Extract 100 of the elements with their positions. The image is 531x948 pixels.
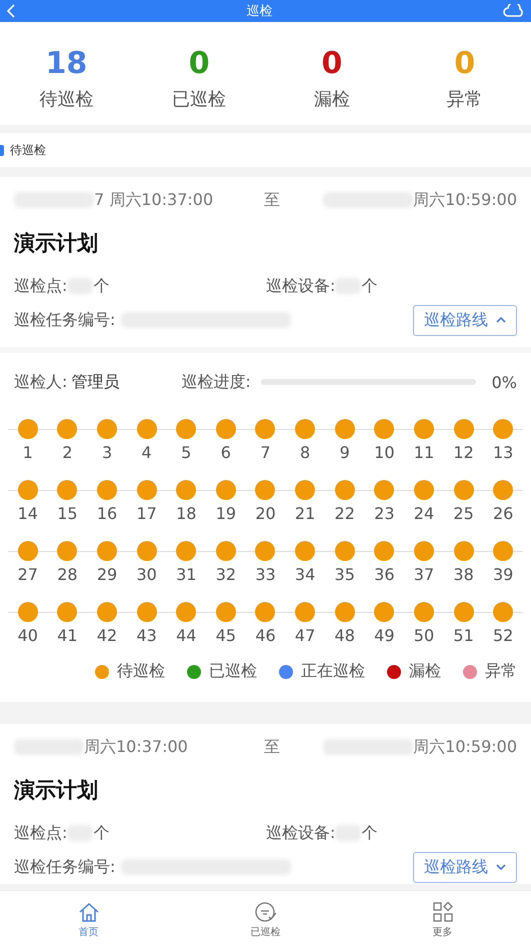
tab-bar-item[interactable]: 首页 <box>0 891 177 948</box>
status-dot[interactable] <box>255 541 276 561</box>
point-number: 1 <box>22 443 33 462</box>
point-number: 18 <box>176 504 196 523</box>
status-dot[interactable] <box>414 541 434 561</box>
point-number: 29 <box>96 565 118 584</box>
status-dot[interactable] <box>57 541 78 561</box>
status-dot[interactable] <box>136 480 157 500</box>
point-number: 10 <box>374 443 395 462</box>
status-dot[interactable] <box>216 602 236 622</box>
point-number: 11 <box>414 443 434 462</box>
status-dot[interactable] <box>18 419 38 439</box>
status-dot[interactable] <box>216 541 236 561</box>
point-number: 45 <box>216 626 236 645</box>
status-dot[interactable] <box>454 602 474 622</box>
status-dot[interactable] <box>97 480 118 500</box>
point-number: 3 <box>102 443 112 462</box>
status-dot[interactable] <box>374 602 394 622</box>
status-dot[interactable] <box>374 541 394 561</box>
status-dot[interactable] <box>414 602 434 622</box>
point-number: 20 <box>255 504 276 523</box>
route-button[interactable]: 巡检路线 <box>413 852 517 882</box>
point-number: 42 <box>96 626 118 645</box>
status-dot[interactable] <box>57 480 78 500</box>
point-number: 9 <box>340 443 350 462</box>
legend-label: 待巡检 <box>117 661 165 682</box>
page-title: 巡检 <box>246 3 272 20</box>
status-dot[interactable] <box>18 480 38 500</box>
status-dot[interactable] <box>136 602 157 622</box>
devices-unit: 个 <box>361 276 378 296</box>
point-number: 19 <box>216 504 236 523</box>
points-unit: 个 <box>93 276 110 296</box>
legend-label: 漏检 <box>409 661 441 682</box>
status-dot[interactable] <box>295 602 316 622</box>
status-dot[interactable] <box>176 541 196 561</box>
status-dot[interactable] <box>493 602 514 622</box>
stat-label: 漏检 <box>314 88 350 111</box>
stat-label: 已巡检 <box>172 88 226 111</box>
status-dot[interactable] <box>216 480 236 500</box>
point-number: 49 <box>374 626 395 645</box>
route-button[interactable]: 巡检路线 <box>413 304 517 336</box>
tab-bar-item[interactable]: 已巡检 <box>177 891 354 948</box>
status-dot[interactable] <box>334 541 355 561</box>
status-dot[interactable] <box>334 480 355 500</box>
status-dot[interactable] <box>374 480 394 500</box>
cloud-icon[interactable] <box>503 4 525 18</box>
point-number: 22 <box>334 504 355 523</box>
point-number: 43 <box>136 626 157 645</box>
point-number: 24 <box>414 504 434 523</box>
point-number: 32 <box>216 565 236 584</box>
devices-unit: 个 <box>361 822 378 844</box>
status-dot[interactable] <box>374 419 394 439</box>
status-dot[interactable] <box>176 480 196 500</box>
point-number: 50 <box>414 626 434 645</box>
status-dot[interactable] <box>255 419 276 439</box>
inspector-name: 管理员 <box>71 372 120 392</box>
status-dot[interactable] <box>414 480 434 500</box>
status-dot[interactable] <box>414 419 434 439</box>
status-dot[interactable] <box>136 419 157 439</box>
status-dot[interactable] <box>454 480 474 500</box>
status-dot[interactable] <box>295 480 316 500</box>
status-dot[interactable] <box>216 419 236 439</box>
point-number: 21 <box>294 504 316 523</box>
end-time: 周六10:59:00 <box>413 736 517 758</box>
devices-label: 巡检设备: <box>266 822 336 844</box>
status-dot[interactable] <box>493 541 514 561</box>
point-number: 26 <box>493 504 514 523</box>
tab-bar-item[interactable]: 更多 <box>354 891 531 948</box>
status-dot[interactable] <box>136 541 157 561</box>
point-number: 4 <box>142 443 152 462</box>
point-number: 37 <box>414 565 434 584</box>
status-dot[interactable] <box>97 419 118 439</box>
status-dot[interactable] <box>334 419 355 439</box>
status-dot[interactable] <box>255 602 276 622</box>
status-dot[interactable] <box>334 602 355 622</box>
point-number: 44 <box>176 626 196 645</box>
status-dot[interactable] <box>255 480 276 500</box>
status-dot[interactable] <box>176 419 196 439</box>
point-number: 15 <box>57 504 78 523</box>
point-number: 31 <box>176 565 196 584</box>
status-dot[interactable] <box>493 419 514 439</box>
point-number: 17 <box>136 504 157 523</box>
status-dot[interactable] <box>295 541 316 561</box>
status-dot[interactable] <box>97 602 118 622</box>
status-dot[interactable] <box>57 419 78 439</box>
status-dot[interactable] <box>18 541 38 561</box>
point-number: 40 <box>18 626 38 645</box>
status-dot[interactable] <box>57 602 78 622</box>
status-dot[interactable] <box>295 419 316 439</box>
status-dot[interactable] <box>18 602 38 622</box>
status-dot[interactable] <box>454 419 474 439</box>
point-number: 33 <box>255 565 276 584</box>
status-dot[interactable] <box>176 602 196 622</box>
status-dot[interactable] <box>454 541 474 561</box>
point-number: 7 <box>260 443 271 462</box>
status-dot[interactable] <box>493 480 514 500</box>
back-icon[interactable] <box>6 4 16 18</box>
point-number: 16 <box>96 504 118 523</box>
status-dot[interactable] <box>97 541 118 561</box>
progress-label: 巡检进度: <box>181 372 251 392</box>
